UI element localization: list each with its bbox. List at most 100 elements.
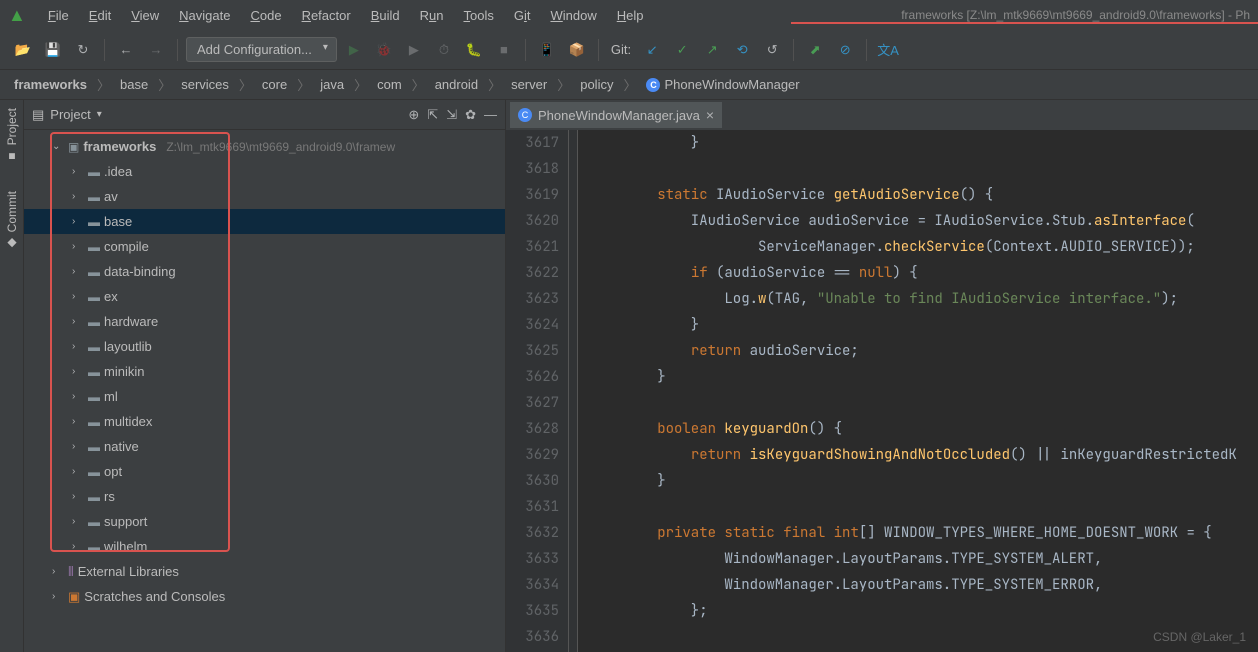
chevron-right-icon[interactable]: › bbox=[72, 441, 84, 452]
project-tree[interactable]: ⌄ ▣ frameworks Z:\lm_mtk9669\mt9669_andr… bbox=[24, 130, 505, 652]
chevron-right-icon[interactable]: › bbox=[72, 166, 84, 177]
breadcrumb-item[interactable]: com bbox=[373, 75, 406, 94]
tree-folder[interactable]: ›▬minikin bbox=[24, 359, 505, 384]
chevron-right-icon[interactable]: › bbox=[72, 241, 84, 252]
tree-external-libs[interactable]: › ⦀ External Libraries bbox=[24, 559, 505, 584]
tree-scratches[interactable]: › ▣ Scratches and Consoles bbox=[24, 584, 505, 609]
menu-file[interactable]: File bbox=[38, 4, 79, 27]
chevron-right-icon[interactable]: › bbox=[72, 541, 84, 552]
hide-icon[interactable]: — bbox=[484, 107, 497, 123]
menu-build[interactable]: Build bbox=[361, 4, 410, 27]
tree-path-hint: Z:\lm_mtk9669\mt9669_android9.0\framew bbox=[166, 140, 395, 154]
tree-folder[interactable]: ›▬ex bbox=[24, 284, 505, 309]
dropdown-icon[interactable]: ▾ bbox=[97, 109, 102, 120]
breadcrumb-item[interactable]: java bbox=[316, 75, 348, 94]
chevron-right-icon[interactable]: › bbox=[72, 516, 84, 527]
profile-icon[interactable]: ⏱ bbox=[431, 37, 457, 63]
tree-folder[interactable]: ›▬multidex bbox=[24, 409, 505, 434]
tree-label: .idea bbox=[104, 164, 132, 179]
git-history-icon[interactable]: ⟲ bbox=[729, 37, 755, 63]
debug-icon[interactable]: 🐞 bbox=[371, 37, 397, 63]
git-rollback-icon[interactable]: ↺ bbox=[759, 37, 785, 63]
collapse-icon[interactable]: ⇲ bbox=[446, 107, 457, 123]
open-icon[interactable]: 📂 bbox=[10, 37, 36, 63]
chevron-down-icon[interactable]: ⌄ bbox=[52, 141, 64, 152]
chevron-right-icon[interactable]: › bbox=[72, 341, 84, 352]
tree-folder[interactable]: ›▬layoutlib bbox=[24, 334, 505, 359]
chevron-right-icon[interactable]: › bbox=[72, 491, 84, 502]
tree-folder[interactable]: ›▬ml bbox=[24, 384, 505, 409]
tree-folder[interactable]: ›▬base bbox=[24, 209, 505, 234]
separator bbox=[525, 39, 526, 61]
stop-icon[interactable]: ■ bbox=[491, 37, 517, 63]
menu-refactor[interactable]: Refactor bbox=[292, 4, 361, 27]
forward-icon[interactable]: → bbox=[143, 37, 169, 63]
menu-edit[interactable]: Edit bbox=[79, 4, 121, 27]
tree-folder[interactable]: ›▬.idea bbox=[24, 159, 505, 184]
attach-icon[interactable]: 🐛 bbox=[461, 37, 487, 63]
back-icon[interactable]: ← bbox=[113, 37, 139, 63]
tree-folder[interactable]: ›▬hardware bbox=[24, 309, 505, 334]
close-icon[interactable]: × bbox=[706, 107, 714, 123]
menu-tools[interactable]: Tools bbox=[453, 4, 503, 27]
breadcrumb-item[interactable]: C PhoneWindowManager bbox=[642, 75, 803, 94]
run-config-dropdown[interactable]: Add Configuration... bbox=[186, 37, 337, 62]
settings-gear-icon[interactable]: ✿ bbox=[465, 107, 476, 123]
git-commit-icon[interactable]: ✓ bbox=[669, 37, 695, 63]
menu-help[interactable]: Help bbox=[607, 4, 654, 27]
tab-project[interactable]: ■Project bbox=[5, 108, 19, 163]
breadcrumb-item[interactable]: server bbox=[507, 75, 551, 94]
tree-folder[interactable]: ›▬wilhelm bbox=[24, 534, 505, 559]
folder-icon: ▬ bbox=[88, 440, 100, 454]
breadcrumb-item[interactable]: core bbox=[258, 75, 291, 94]
device-icon[interactable]: 📱 bbox=[534, 37, 560, 63]
tree-folder[interactable]: ›▬compile bbox=[24, 234, 505, 259]
chevron-right-icon[interactable]: › bbox=[52, 591, 64, 602]
chevron-right-icon[interactable]: › bbox=[72, 366, 84, 377]
menu-window[interactable]: Window bbox=[540, 4, 606, 27]
tree-folder[interactable]: ›▬rs bbox=[24, 484, 505, 509]
save-icon[interactable]: 💾 bbox=[40, 37, 66, 63]
tree-root[interactable]: ⌄ ▣ frameworks Z:\lm_mtk9669\mt9669_andr… bbox=[24, 134, 505, 159]
no-icon[interactable]: ⊘ bbox=[832, 37, 858, 63]
chevron-right-icon[interactable]: › bbox=[72, 391, 84, 402]
translate-icon[interactable]: 文A bbox=[875, 37, 901, 63]
tree-folder[interactable]: ›▬av bbox=[24, 184, 505, 209]
menu-run[interactable]: Run bbox=[410, 4, 454, 27]
navigation-breadcrumb: frameworks 〉 base 〉 services 〉 core 〉 ja… bbox=[0, 70, 1258, 100]
breadcrumb-item[interactable]: base bbox=[116, 75, 152, 94]
tab-commit[interactable]: ◆Commit bbox=[5, 191, 19, 250]
tree-folder[interactable]: ›▬native bbox=[24, 434, 505, 459]
code-content[interactable]: } static IAudioService getAudioService()… bbox=[578, 130, 1258, 652]
tree-folder[interactable]: ›▬support bbox=[24, 509, 505, 534]
code-editor[interactable]: 3617361836193620362136223623362436253626… bbox=[506, 130, 1258, 652]
breadcrumb-item[interactable]: services bbox=[177, 75, 233, 94]
tree-folder[interactable]: ›▬opt bbox=[24, 459, 505, 484]
breadcrumb-item[interactable]: policy bbox=[576, 75, 617, 94]
select-opened-icon[interactable]: ⊕ bbox=[408, 107, 419, 123]
expand-icon[interactable]: ⇱ bbox=[427, 107, 438, 123]
sync-icon[interactable]: 📦 bbox=[564, 37, 590, 63]
menu-code[interactable]: Code bbox=[240, 4, 291, 27]
chevron-right-icon[interactable]: › bbox=[72, 216, 84, 227]
chevron-right-icon[interactable]: › bbox=[72, 266, 84, 277]
chevron-right-icon[interactable]: › bbox=[52, 566, 64, 577]
menu-navigate[interactable]: Navigate bbox=[169, 4, 240, 27]
chevron-right-icon[interactable]: › bbox=[72, 291, 84, 302]
git-push-icon[interactable]: ↗ bbox=[699, 37, 725, 63]
chevron-right-icon[interactable]: › bbox=[72, 316, 84, 327]
tree-folder[interactable]: ›▬data-binding bbox=[24, 259, 505, 284]
git-update-icon[interactable]: ↙ bbox=[639, 37, 665, 63]
chevron-right-icon[interactable]: › bbox=[72, 416, 84, 427]
breadcrumb-item[interactable]: android bbox=[431, 75, 482, 94]
chevron-right-icon[interactable]: › bbox=[72, 466, 84, 477]
menu-view[interactable]: View bbox=[121, 4, 169, 27]
refresh-icon[interactable]: ↻ bbox=[70, 37, 96, 63]
chevron-right-icon[interactable]: › bbox=[72, 191, 84, 202]
breadcrumb-item[interactable]: frameworks bbox=[10, 75, 91, 94]
editor-tab[interactable]: C PhoneWindowManager.java × bbox=[510, 102, 722, 128]
inspect-icon[interactable]: ⬈ bbox=[802, 37, 828, 63]
menu-git[interactable]: Git bbox=[504, 4, 541, 27]
coverage-icon[interactable]: ▶ bbox=[401, 37, 427, 63]
run-icon[interactable]: ▶ bbox=[341, 37, 367, 63]
